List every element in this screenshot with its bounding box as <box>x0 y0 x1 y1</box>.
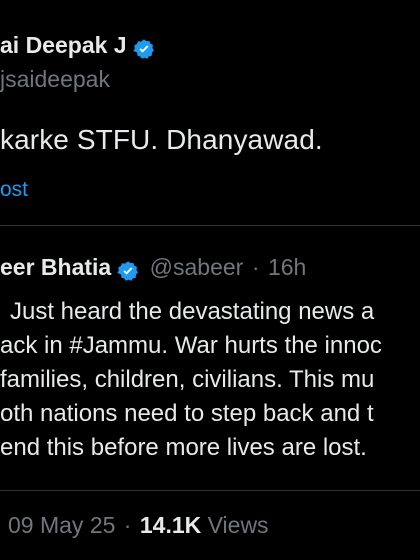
author-row: ai Deepak J <box>0 32 155 62</box>
quoted-text-line: families, children, civilians. This mu <box>0 366 375 393</box>
separator-dot: · <box>123 512 132 538</box>
quoted-author-row[interactable]: eer Bhatia @sabeer · 16h <box>0 254 306 286</box>
verified-badge-icon <box>132 38 155 60</box>
views-count: 14.1K <box>139 512 202 538</box>
quoted-text: Just heard the devastating news a ack in… <box>0 295 382 465</box>
author-name[interactable]: ai Deepak J <box>0 32 127 58</box>
tweet-text: karke STFU. Dhanyawad. <box>0 124 323 155</box>
translate-post-link[interactable]: ost <box>0 178 28 202</box>
tweet-meta: 09 May 25 · 14.1K Views <box>8 512 269 539</box>
quote-card-top-border <box>0 225 420 226</box>
quoted-text-line: end this before more lives are lost. <box>0 434 367 461</box>
separator-dot: · <box>251 254 260 280</box>
quoted-text-line: ack in #Jammu. War hurts the innoc <box>0 332 382 359</box>
quote-card-bottom-border <box>0 490 420 491</box>
verified-badge-icon <box>117 260 139 282</box>
quoted-text-line: Just heard the devastating news a <box>10 298 375 325</box>
views-label: Views <box>207 512 269 538</box>
author-handle[interactable]: jsaideepak <box>0 66 110 93</box>
quoted-author-handle[interactable]: @sabeer <box>150 254 244 280</box>
quoted-author-name[interactable]: eer Bhatia <box>0 254 111 280</box>
quoted-text-line: oth nations need to step back and t <box>0 400 374 427</box>
quoted-timestamp[interactable]: 16h <box>268 254 306 280</box>
tweet-date[interactable]: 09 May 25 <box>8 512 115 538</box>
